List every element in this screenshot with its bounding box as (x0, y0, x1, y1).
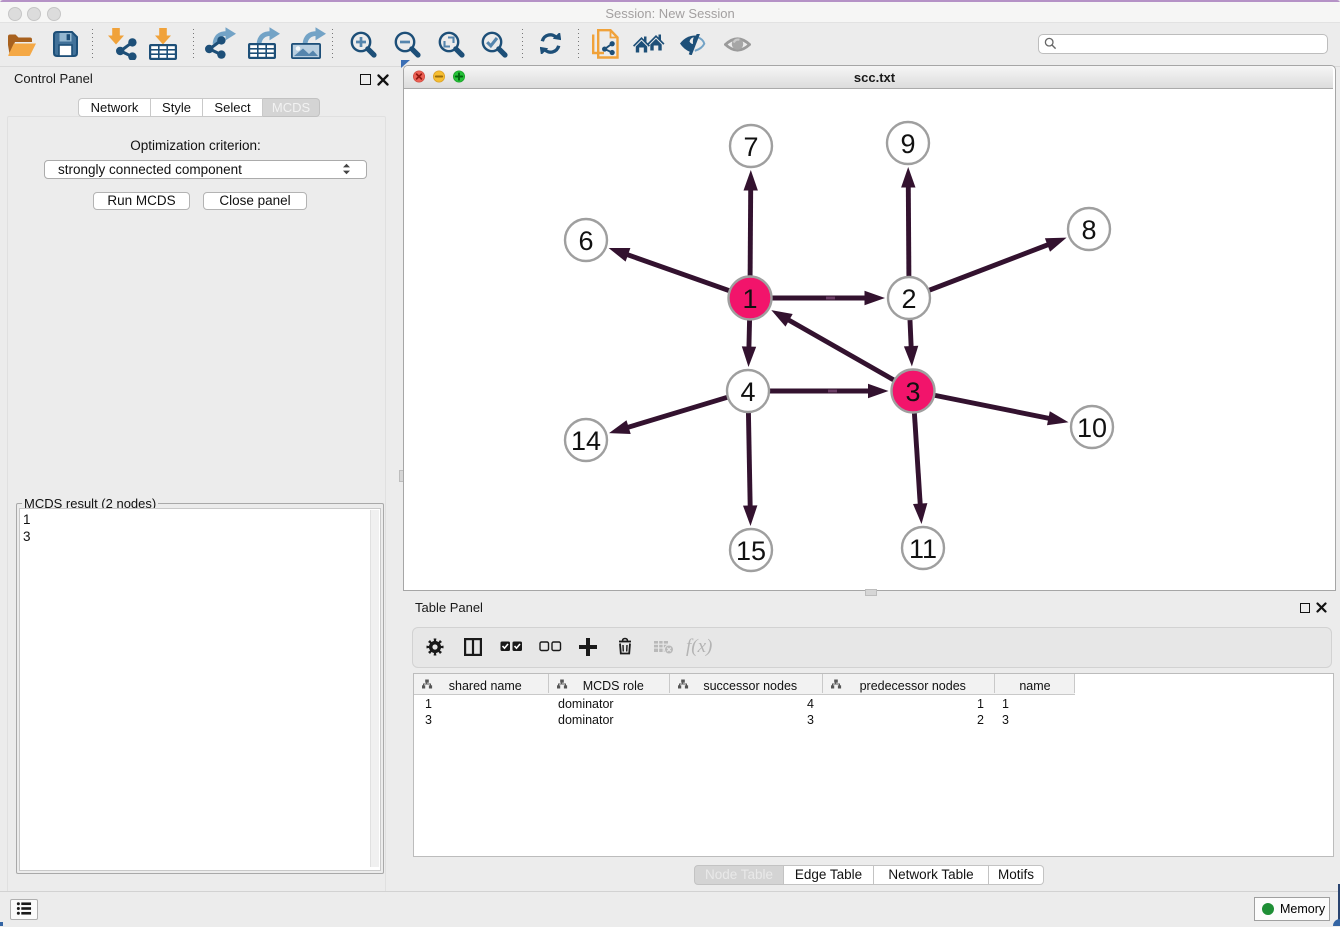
svg-text:7: 7 (743, 132, 758, 162)
svg-text:2: 2 (901, 284, 916, 314)
svg-text:10: 10 (1077, 413, 1107, 443)
svg-text:3: 3 (905, 377, 920, 407)
svg-text:1: 1 (742, 284, 757, 314)
svg-text:11: 11 (909, 534, 937, 564)
svg-text:8: 8 (1081, 215, 1096, 245)
svg-text:6: 6 (578, 226, 593, 256)
svg-text:4: 4 (740, 377, 755, 407)
svg-text:14: 14 (571, 426, 601, 456)
svg-text:9: 9 (900, 129, 915, 159)
svg-text:15: 15 (736, 536, 766, 566)
